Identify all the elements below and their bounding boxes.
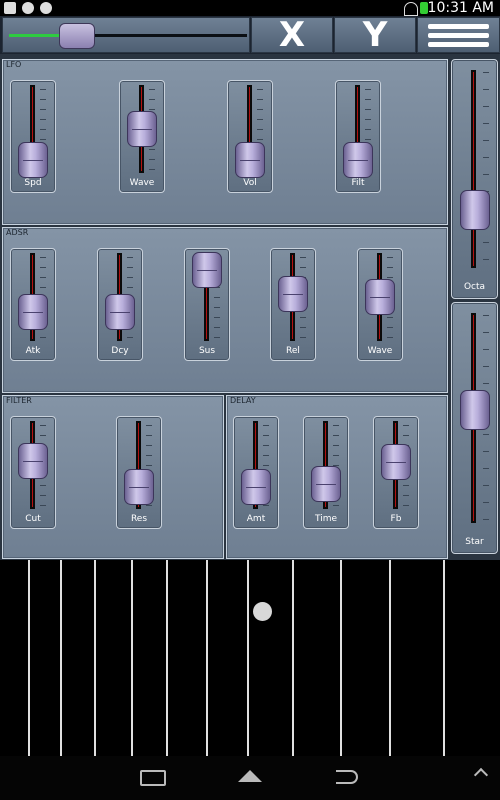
key-divider bbox=[28, 560, 30, 756]
y-button[interactable]: Y bbox=[334, 17, 416, 53]
slider-label: Octa bbox=[463, 282, 486, 292]
chevron-up-icon[interactable] bbox=[473, 767, 489, 783]
key-divider bbox=[292, 560, 294, 756]
menu-icon-line bbox=[428, 33, 489, 38]
slider-amt[interactable]: Amt bbox=[233, 416, 279, 529]
xy-pad[interactable] bbox=[0, 560, 500, 756]
slider-thumb[interactable] bbox=[18, 443, 48, 479]
slider-thumb[interactable] bbox=[381, 444, 411, 480]
slider-fb[interactable]: Fb bbox=[373, 416, 419, 529]
slider-vol[interactable]: Vol bbox=[227, 80, 273, 193]
key-divider bbox=[206, 560, 208, 756]
section-label: FILTER bbox=[6, 396, 32, 405]
wifi-icon bbox=[404, 2, 418, 16]
slider-thumb[interactable] bbox=[105, 294, 135, 330]
nav-bar bbox=[0, 756, 500, 800]
slider-thumb[interactable] bbox=[460, 190, 490, 230]
filter-section: FILTER Cut Res bbox=[2, 395, 224, 559]
section-label: LFO bbox=[6, 60, 22, 69]
slider-spd[interactable]: Spd bbox=[10, 80, 56, 193]
alien-icon bbox=[22, 2, 34, 14]
check-icon bbox=[40, 2, 52, 14]
menu-icon-line bbox=[428, 42, 489, 47]
slider-label: Fb bbox=[390, 514, 402, 524]
slider-star[interactable]: Star bbox=[451, 302, 498, 554]
master-fill bbox=[9, 34, 59, 37]
menu-button[interactable] bbox=[417, 17, 500, 53]
slider-octa[interactable]: Octa bbox=[451, 59, 498, 299]
home-icon[interactable] bbox=[238, 770, 262, 782]
slider-label: Spd bbox=[24, 178, 42, 188]
key-divider bbox=[60, 560, 62, 756]
status-bar: 10:31 AM bbox=[0, 0, 500, 16]
section-label: DELAY bbox=[230, 396, 256, 405]
slider-adsr-wave[interactable]: Wave bbox=[357, 248, 403, 361]
key-divider bbox=[443, 560, 445, 756]
slider-thumb[interactable] bbox=[18, 142, 48, 178]
master-thumb[interactable] bbox=[59, 23, 95, 49]
key-divider bbox=[131, 560, 133, 756]
adsr-section: ADSR Atk Dcy Sus Rel Wave bbox=[2, 227, 448, 393]
slider-filt[interactable]: Filt bbox=[335, 80, 381, 193]
menu-icon bbox=[428, 24, 489, 29]
slider-label: Wave bbox=[367, 346, 393, 356]
slider-rel[interactable]: Rel bbox=[270, 248, 316, 361]
section-label: ADSR bbox=[6, 228, 29, 237]
slider-thumb[interactable] bbox=[343, 142, 373, 178]
master-slider[interactable] bbox=[2, 17, 250, 53]
slider-label: Star bbox=[465, 537, 484, 547]
lfo-section: LFO Spd Wave Vol Filt bbox=[2, 59, 448, 225]
slider-thumb[interactable] bbox=[278, 276, 308, 312]
slider-label: Time bbox=[314, 514, 338, 524]
slider-thumb[interactable] bbox=[241, 469, 271, 505]
slider-ticks bbox=[483, 72, 489, 266]
slider-label: Sus bbox=[198, 346, 216, 356]
key-divider bbox=[247, 560, 249, 756]
slider-wave[interactable]: Wave bbox=[119, 80, 165, 193]
slider-thumb[interactable] bbox=[127, 111, 157, 147]
x-button[interactable]: X bbox=[251, 17, 333, 53]
delay-section: DELAY Amt Time Fb bbox=[226, 395, 448, 559]
status-time: 10:31 AM bbox=[427, 0, 494, 16]
slider-thumb[interactable] bbox=[192, 252, 222, 288]
slider-dcy[interactable]: Dcy bbox=[97, 248, 143, 361]
slider-thumb[interactable] bbox=[18, 294, 48, 330]
slider-thumb[interactable] bbox=[235, 142, 265, 178]
slider-res[interactable]: Res bbox=[116, 416, 162, 529]
slider-label: Dcy bbox=[111, 346, 129, 356]
recent-apps-icon[interactable] bbox=[140, 770, 166, 786]
key-divider bbox=[166, 560, 168, 756]
slider-thumb[interactable] bbox=[365, 279, 395, 315]
slider-label: Cut bbox=[25, 514, 41, 524]
slider-thumb[interactable] bbox=[311, 466, 341, 502]
key-divider bbox=[340, 560, 342, 756]
slider-time[interactable]: Time bbox=[303, 416, 349, 529]
slider-sus[interactable]: Sus bbox=[184, 248, 230, 361]
key-divider bbox=[389, 560, 391, 756]
back-icon[interactable] bbox=[336, 770, 358, 784]
slider-label: Vol bbox=[243, 178, 257, 188]
slider-label: Atk bbox=[25, 346, 41, 356]
slider-label: Res bbox=[130, 514, 148, 524]
key-divider bbox=[94, 560, 96, 756]
slider-label: Amt bbox=[246, 514, 266, 524]
slider-thumb[interactable] bbox=[124, 469, 154, 505]
slider-cut[interactable]: Cut bbox=[10, 416, 56, 529]
usb-icon bbox=[4, 2, 16, 14]
touch-point[interactable] bbox=[253, 602, 272, 621]
slider-atk[interactable]: Atk bbox=[10, 248, 56, 361]
slider-label: Filt bbox=[351, 178, 365, 188]
slider-label: Rel bbox=[286, 346, 300, 356]
slider-track bbox=[471, 70, 476, 268]
slider-thumb[interactable] bbox=[460, 390, 490, 430]
slider-label: Wave bbox=[129, 178, 155, 188]
